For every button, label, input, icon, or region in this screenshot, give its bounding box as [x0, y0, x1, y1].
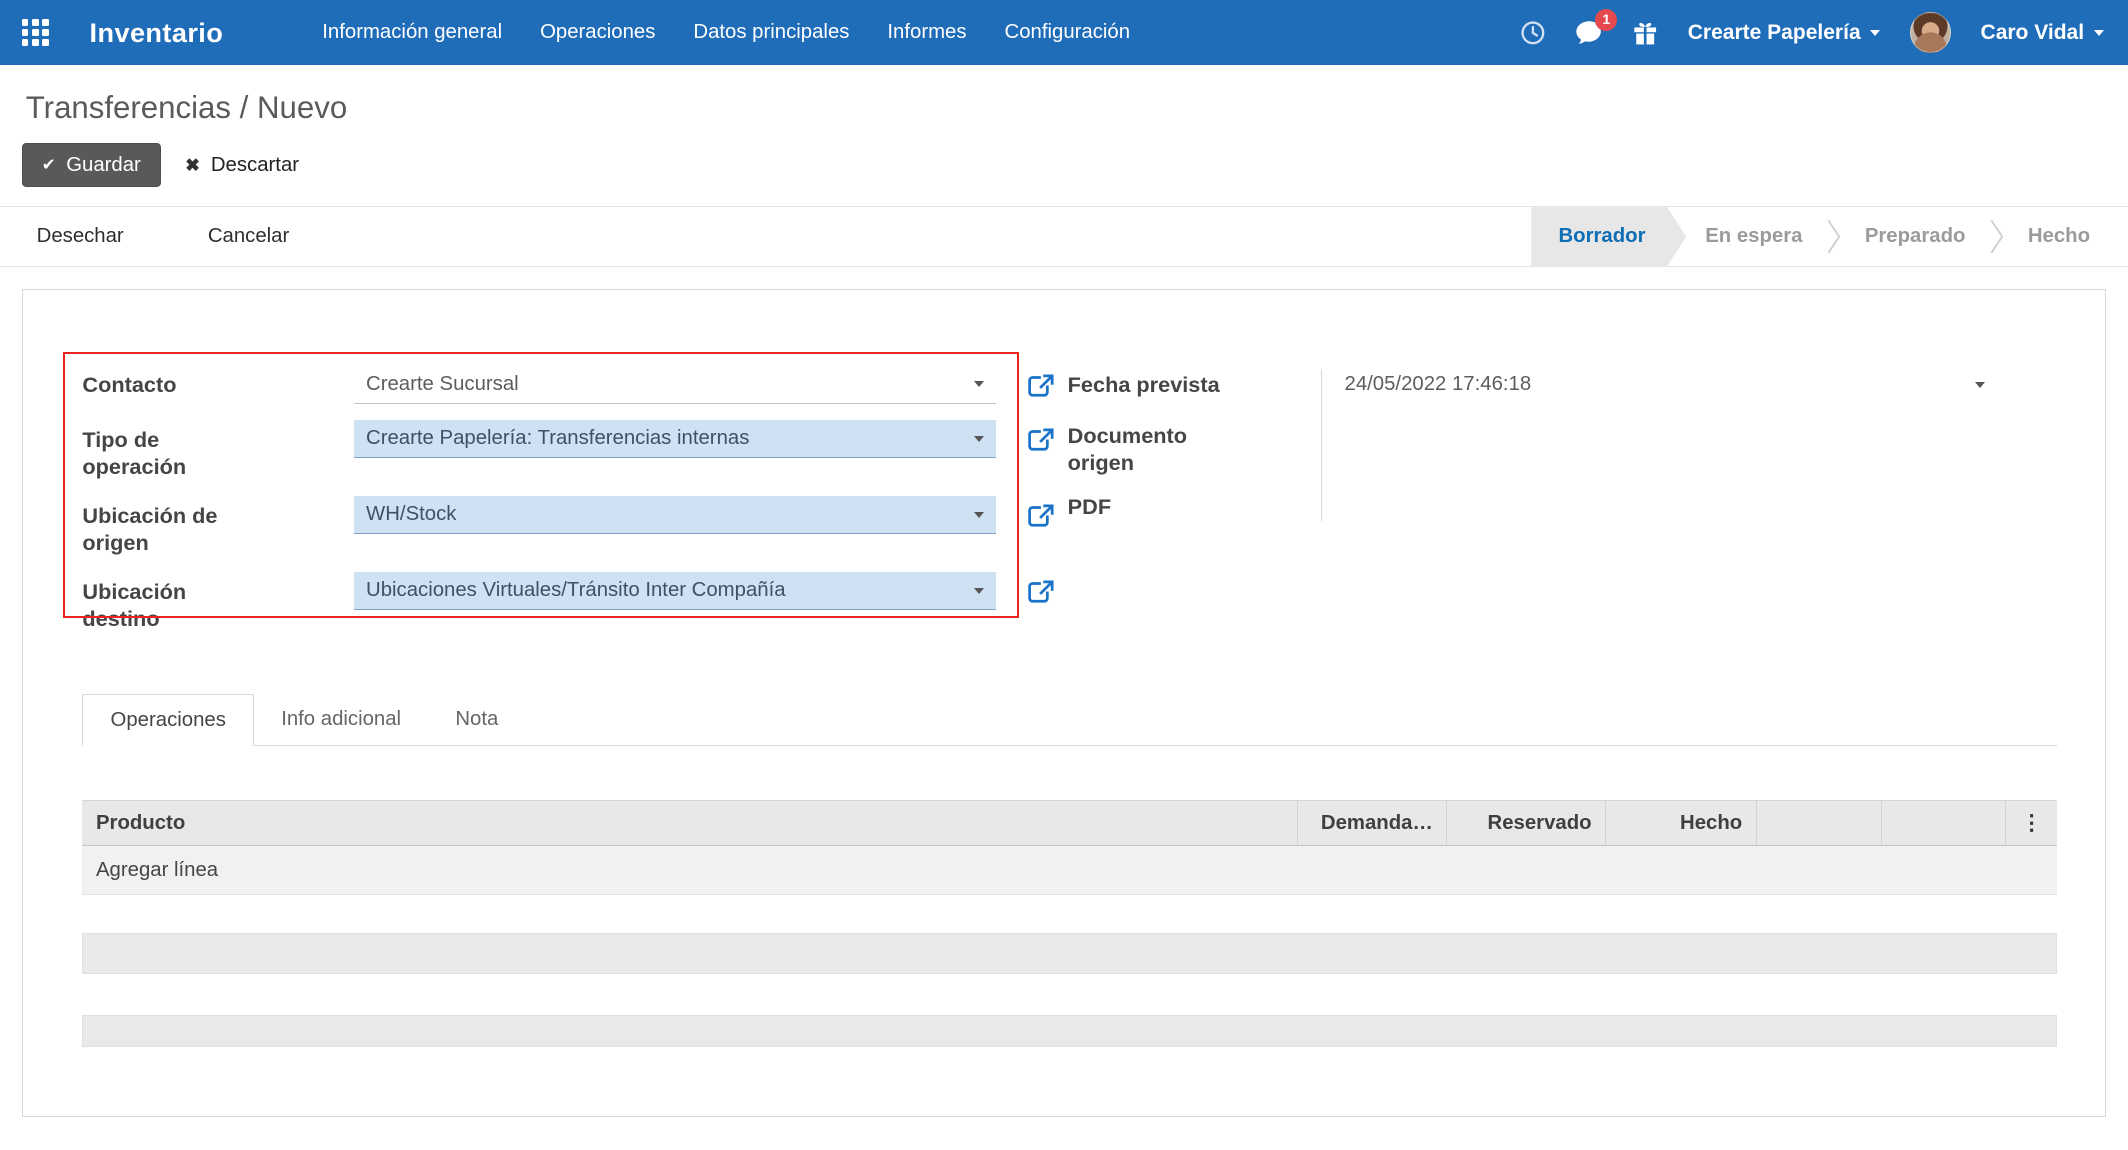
- chevron-down-icon: [974, 512, 984, 518]
- field-row-ubicacion-destino: Ubicación destino Ubicaciones Virtuales/…: [82, 572, 1055, 632]
- form-fields-area: Contacto Crearte Sucursal Tipo de operac…: [82, 366, 2055, 648]
- ubicacion-destino-value: Ubicaciones Virtuales/Tránsito Inter Com…: [366, 579, 786, 602]
- field-row-tipo-operacion: Tipo de operación Crearte Papelería: Tra…: [82, 420, 1055, 480]
- menu-informes[interactable]: Informes: [886, 13, 968, 52]
- field-label-tipo-operacion: Tipo de operación: [82, 420, 353, 480]
- cancel-button[interactable]: Cancelar: [208, 225, 289, 248]
- external-link-icon[interactable]: [1028, 366, 1054, 397]
- tab-operaciones[interactable]: Operaciones: [82, 694, 254, 746]
- operations-table: Producto Demanda… Reservado Hecho ⋮ Agre…: [82, 800, 2057, 895]
- app-name[interactable]: Inventario: [90, 17, 224, 49]
- chevron-down-icon: [1975, 382, 1985, 388]
- chevron-down-icon: [974, 436, 984, 442]
- field-label-ubicacion-origen: Ubicación de origen: [82, 496, 353, 556]
- contacto-value: Crearte Sucursal: [366, 373, 519, 396]
- external-link-icon[interactable]: [1028, 420, 1054, 451]
- field-row-pdf: PDF: [1068, 488, 2055, 526]
- chevron-down-icon: [1870, 30, 1880, 36]
- notebook-tabs: Operaciones Info adicional Nota: [82, 694, 2057, 746]
- tab-nota[interactable]: Nota: [428, 694, 525, 745]
- fecha-prevista-value: 24/05/2022 17:46:18: [1345, 373, 1532, 396]
- status-hecho[interactable]: Hecho: [2009, 207, 2109, 266]
- user-menu[interactable]: Caro Vidal: [1981, 21, 2104, 45]
- status-preparado[interactable]: Preparado: [1846, 207, 1985, 266]
- form-sheet: Contacto Crearte Sucursal Tipo de operac…: [22, 289, 2107, 1117]
- menu-informacion-general[interactable]: Información general: [321, 13, 504, 52]
- discard-button-label: Descartar: [211, 154, 299, 177]
- avatar[interactable]: [1910, 12, 1951, 53]
- chevron-down-icon: [974, 381, 984, 387]
- pdf-field[interactable]: [1321, 488, 2055, 526]
- scrap-button[interactable]: Desechar: [37, 225, 124, 248]
- field-label-ubicacion-destino: Ubicación destino: [82, 572, 353, 632]
- tipo-operacion-value: Crearte Papelería: Transferencias intern…: [366, 427, 749, 450]
- column-header-demandado[interactable]: Demanda…: [1297, 801, 1446, 845]
- chevron-down-icon: [974, 588, 984, 594]
- main-menu: Información general Operaciones Datos pr…: [321, 13, 1131, 52]
- action-buttons: ✔ Guardar ✖ Descartar: [22, 143, 2107, 187]
- company-name: Crearte Papelería: [1688, 21, 1861, 45]
- status-borrador[interactable]: Borrador: [1531, 207, 1686, 266]
- discard-button[interactable]: ✖ Descartar: [185, 154, 299, 177]
- field-row-documento-origen: Documento origen: [1068, 416, 2055, 476]
- app-window: Inventario Información general Operacion…: [0, 0, 2128, 1149]
- contacto-dropdown[interactable]: Crearte Sucursal: [354, 366, 996, 404]
- form-toolbar: Desechar Cancelar Borrador En espera Pre…: [0, 206, 2128, 267]
- ubicacion-origen-dropdown[interactable]: WH/Stock: [354, 496, 996, 534]
- column-header-reservado[interactable]: Reservado: [1446, 801, 1605, 845]
- statusbar: Borrador En espera Preparado Hecho: [1531, 207, 2128, 266]
- chevron-right-icon: [1827, 219, 1841, 254]
- field-row-fecha-prevista: Fecha prevista 24/05/2022 17:46:18: [1068, 366, 2055, 404]
- column-options-icon[interactable]: ⋮: [2005, 801, 2057, 845]
- save-button[interactable]: ✔ Guardar: [22, 143, 161, 187]
- apps-menu-icon[interactable]: [22, 19, 49, 46]
- tab-info-adicional[interactable]: Info adicional: [254, 694, 428, 745]
- menu-configuracion[interactable]: Configuración: [1003, 13, 1131, 52]
- column-header-blank: [1756, 801, 1881, 845]
- menu-operaciones[interactable]: Operaciones: [539, 13, 657, 52]
- chevron-right-icon: [1990, 219, 2004, 254]
- field-row-contacto: Contacto Crearte Sucursal: [82, 366, 1055, 404]
- field-row-ubicacion-origen: Ubicación de origen WH/Stock: [82, 496, 1055, 556]
- check-icon: ✔: [42, 155, 56, 175]
- status-en-espera[interactable]: En espera: [1686, 207, 1821, 266]
- navbar-systray: 1 Crearte Papelería Caro Vidal: [1520, 12, 2104, 53]
- ubicacion-origen-value: WH/Stock: [366, 503, 456, 526]
- field-label-pdf: PDF: [1068, 488, 1322, 521]
- tipo-operacion-dropdown[interactable]: Crearte Papelería: Transferencias intern…: [354, 420, 996, 458]
- messages-chat-icon[interactable]: 1: [1575, 20, 1603, 46]
- form-left-column: Contacto Crearte Sucursal Tipo de operac…: [82, 366, 1055, 648]
- form-right-column: Fecha prevista 24/05/2022 17:46:18 Docum…: [1068, 366, 2055, 648]
- gift-icon[interactable]: [1633, 20, 1657, 46]
- ubicacion-destino-dropdown[interactable]: Ubicaciones Virtuales/Tránsito Inter Com…: [354, 572, 996, 610]
- column-header-blank: [1881, 801, 2006, 845]
- column-header-hecho[interactable]: Hecho: [1605, 801, 1756, 845]
- page-content: Contacto Crearte Sucursal Tipo de operac…: [0, 267, 2128, 1138]
- close-icon: ✖: [185, 155, 200, 176]
- company-switcher[interactable]: Crearte Papelería: [1688, 21, 1880, 45]
- divider: [1321, 369, 1322, 521]
- fecha-prevista-dropdown[interactable]: 24/05/2022 17:46:18: [1321, 366, 2055, 404]
- empty-row: [82, 1015, 2057, 1048]
- table-header-row: Producto Demanda… Reservado Hecho ⋮: [82, 800, 2057, 846]
- control-panel: Transferencias / Nuevo ✔ Guardar ✖ Desca…: [0, 65, 2128, 187]
- documento-origen-field[interactable]: [1321, 416, 2055, 454]
- external-link-icon[interactable]: [1028, 496, 1054, 527]
- external-link-icon[interactable]: [1028, 572, 1054, 603]
- activities-clock-icon[interactable]: [1520, 20, 1546, 46]
- field-label-documento-origen: Documento origen: [1068, 416, 1322, 476]
- menu-datos-principales[interactable]: Datos principales: [692, 13, 851, 52]
- field-label-contacto: Contacto: [82, 366, 353, 399]
- save-button-label: Guardar: [66, 154, 141, 177]
- messages-badge: 1: [1595, 9, 1617, 31]
- add-line-button[interactable]: Agregar línea: [82, 846, 2057, 895]
- column-header-producto[interactable]: Producto: [82, 801, 1297, 845]
- breadcrumb[interactable]: Transferencias / Nuevo: [26, 90, 2107, 126]
- field-label-fecha-prevista: Fecha prevista: [1068, 366, 1322, 399]
- chevron-down-icon: [2094, 30, 2104, 36]
- empty-row: [82, 933, 2057, 974]
- top-navbar: Inventario Información general Operacion…: [0, 0, 2128, 65]
- user-name: Caro Vidal: [1981, 21, 2085, 45]
